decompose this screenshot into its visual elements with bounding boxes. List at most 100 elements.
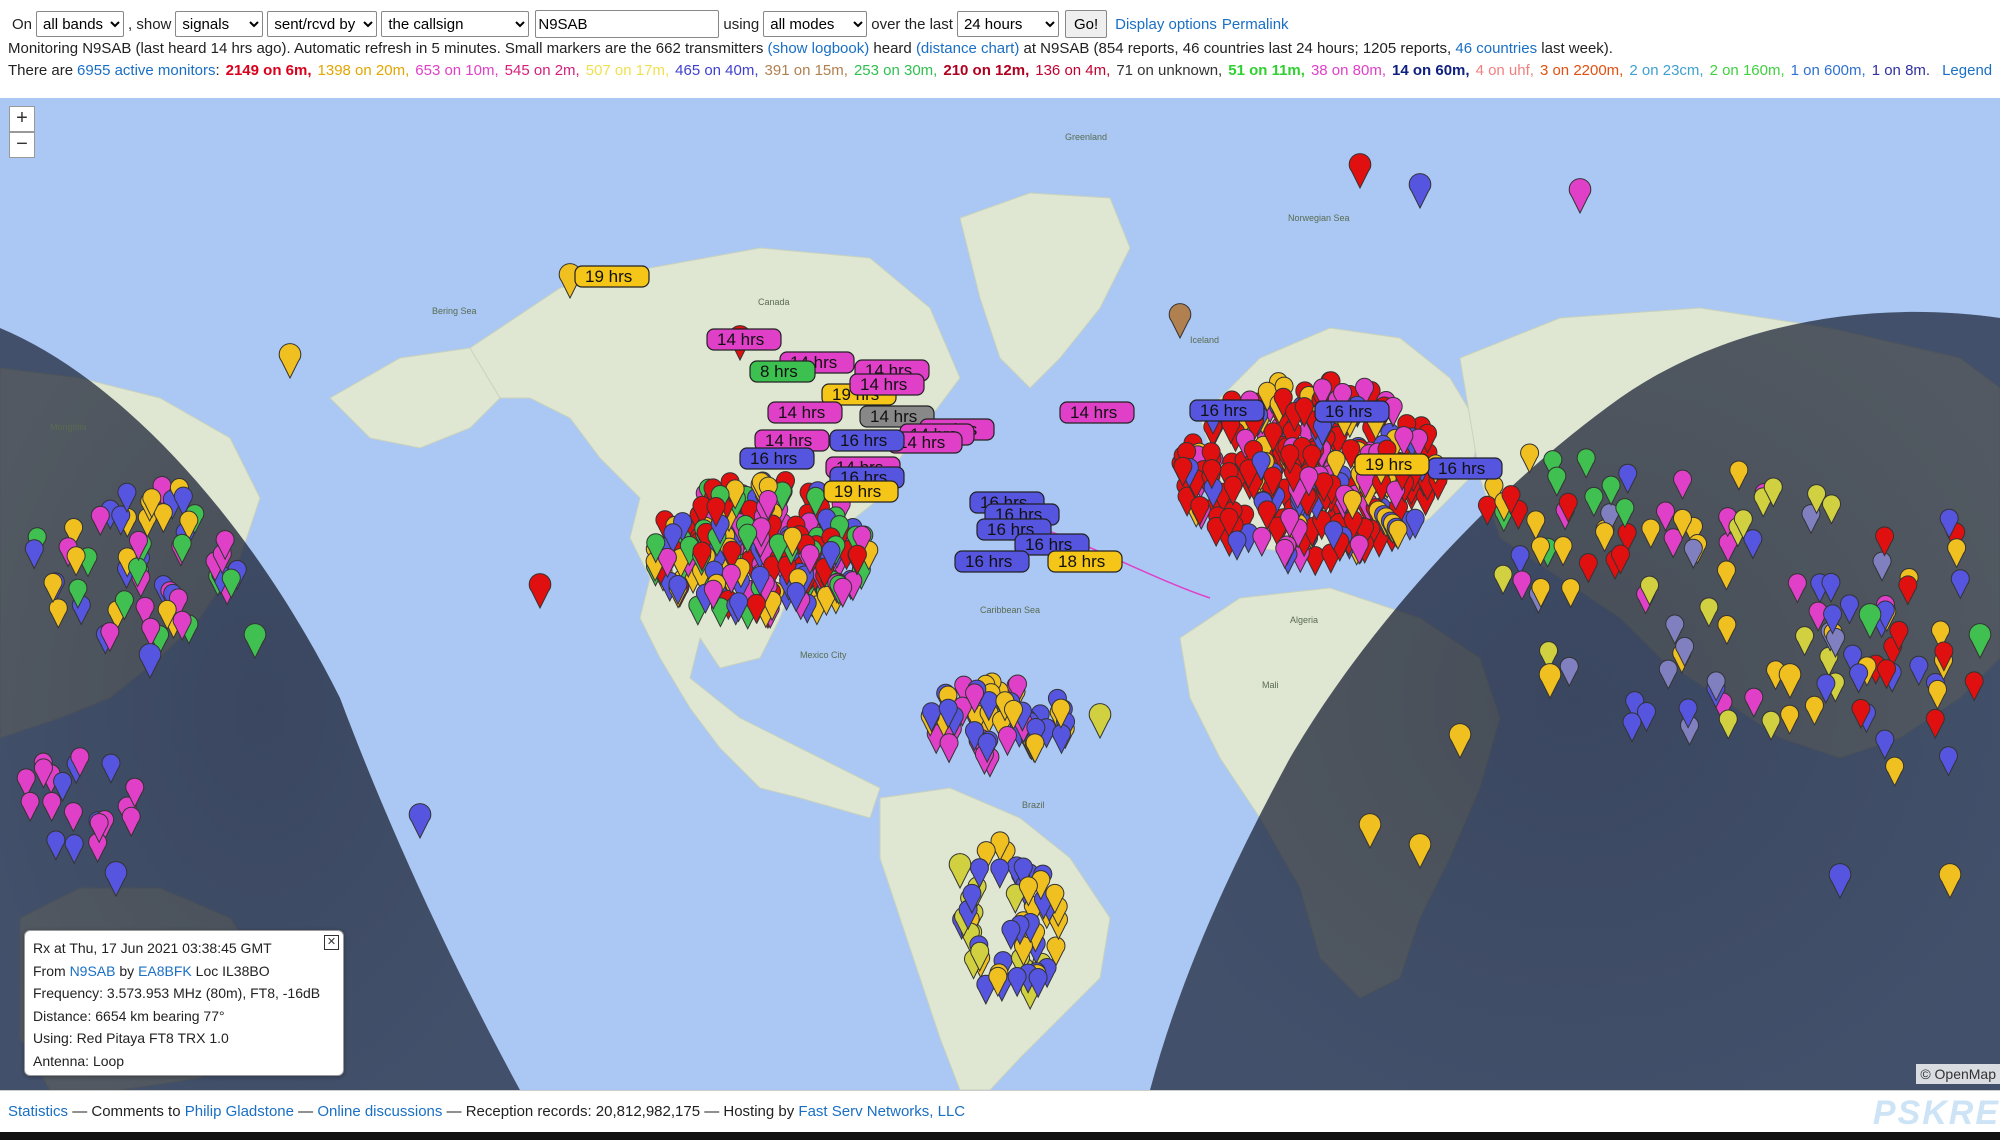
- station-marker[interactable]: [1408, 173, 1432, 210]
- mode-select[interactable]: all modes: [763, 11, 868, 37]
- time-label-text: 14 hrs: [765, 431, 812, 450]
- geo-mongolia: Mongolia: [50, 422, 87, 432]
- callsign-input[interactable]: [535, 10, 720, 38]
- legend-link[interactable]: Legend: [1942, 62, 1992, 79]
- station-marker[interactable]: [528, 573, 552, 610]
- display-options-link[interactable]: Display options: [1115, 16, 1217, 33]
- time-label-text: 14 hrs: [860, 375, 907, 394]
- status-text-2: heard: [873, 40, 912, 57]
- target-select[interactable]: the callsign: [381, 11, 530, 37]
- time-label-text: 19 hrs: [834, 482, 881, 501]
- time-label-text: 14 hrs: [717, 330, 764, 349]
- time-label-text: 14 hrs: [778, 403, 825, 422]
- station-marker[interactable]: [1168, 303, 1192, 340]
- zoom-in-button[interactable]: +: [9, 106, 35, 132]
- zoom-out-button[interactable]: −: [9, 132, 35, 158]
- station-marker[interactable]: [939, 733, 959, 764]
- pskreporter-logo: PSKRE: [1872, 1094, 2000, 1132]
- time-label-text: 8 hrs: [760, 362, 798, 381]
- period-select[interactable]: 24 hours: [956, 11, 1059, 37]
- geo-canada: Canada: [758, 297, 790, 307]
- popup-from-line: From N9SAB by EA8BFK Loc IL38BO: [33, 960, 335, 983]
- status-line: Monitoring N9SAB (last heard 14 hrs ago)…: [8, 40, 1613, 57]
- footer-separator: —: [298, 1103, 314, 1120]
- station-marker[interactable]: [1227, 530, 1247, 561]
- hosting-link[interactable]: Fast Serv Networks, LLC: [798, 1103, 965, 1120]
- time-label[interactable]: 16 hrs: [1189, 399, 1265, 422]
- time-label[interactable]: 16 hrs: [829, 429, 905, 452]
- geo-iceland: Iceland: [1190, 335, 1219, 345]
- direction-select[interactable]: sent/rcvd by: [267, 11, 378, 37]
- philip-gladstone-link[interactable]: Philip Gladstone: [185, 1103, 294, 1120]
- time-label-text: 14 hrs: [898, 433, 945, 452]
- time-label[interactable]: 14 hrs: [706, 328, 782, 351]
- time-label[interactable]: 16 hrs: [954, 550, 1030, 573]
- station-marker[interactable]: [1088, 703, 1112, 740]
- band-count: 507 on 17m,: [585, 62, 670, 79]
- time-label[interactable]: 14 hrs: [1059, 401, 1135, 424]
- time-label[interactable]: 19 hrs: [1354, 453, 1430, 476]
- band-count: 51 on 11m,: [1228, 62, 1305, 79]
- show-select[interactable]: signals: [175, 11, 264, 37]
- time-label[interactable]: 14 hrs: [767, 401, 843, 424]
- status-text-3: at N9SAB (854 reports, 46 countries last…: [1023, 40, 1452, 57]
- over-label: over the last: [871, 15, 953, 33]
- time-label[interactable]: 16 hrs: [1314, 400, 1390, 423]
- band-count: 2 on 160m,: [1709, 62, 1785, 79]
- station-marker[interactable]: [1025, 733, 1045, 764]
- popup-from-call-link[interactable]: N9SAB: [70, 963, 116, 979]
- show-logbook-link[interactable]: (show logbook): [768, 40, 870, 57]
- go-button[interactable]: Go!: [1064, 10, 1108, 38]
- popup-distance: Distance: 6654 km bearing 77°: [33, 1007, 225, 1024]
- online-discussions-link[interactable]: Online discussions: [317, 1103, 442, 1120]
- on-label: On: [12, 15, 33, 33]
- station-marker[interactable]: [278, 343, 302, 380]
- query-controls: On all bands , show signals sent/rcvd by…: [8, 10, 1289, 38]
- station-marker[interactable]: [1052, 724, 1071, 755]
- status-text-4: last week).: [1541, 40, 1613, 57]
- band-count: 1 on 8m.: [1871, 62, 1931, 79]
- monitors-line: There are 6955 active monitors: 2149 on 6m…: [8, 62, 1992, 79]
- using-label: using: [723, 15, 760, 33]
- station-marker[interactable]: [1348, 153, 1372, 190]
- band-count: 1 on 600m,: [1790, 62, 1866, 79]
- time-label-text: 16 hrs: [965, 552, 1012, 571]
- time-label[interactable]: 16 hrs: [739, 447, 815, 470]
- reception-records: — Reception records: 20,812,982,175 — Ho…: [446, 1103, 795, 1120]
- geo-caribbean: Caribbean Sea: [980, 605, 1040, 615]
- time-label[interactable]: 16 hrs: [1427, 457, 1503, 480]
- distance-chart-link[interactable]: (distance chart): [916, 40, 1019, 57]
- time-label[interactable]: 19 hrs: [574, 265, 650, 288]
- band-count: 136 on 4m,: [1035, 62, 1111, 79]
- countries-link[interactable]: 46 countries: [1455, 40, 1537, 57]
- close-icon[interactable]: ✕: [324, 935, 339, 950]
- band-count: 4 on uhf,: [1475, 62, 1534, 79]
- station-marker[interactable]: [408, 803, 432, 840]
- alaska: [329, 347, 501, 449]
- band-count: 653 on 10m,: [415, 62, 499, 79]
- map-attribution[interactable]: © OpenMap: [1916, 1064, 2000, 1084]
- time-label[interactable]: 14 hrs: [849, 373, 925, 396]
- time-label[interactable]: 18 hrs: [1047, 550, 1123, 573]
- active-monitors-link[interactable]: 6955 active monitors: [77, 62, 215, 79]
- station-marker[interactable]: [1568, 178, 1592, 215]
- popup-from-label: From: [33, 962, 66, 979]
- time-label[interactable]: 19 hrs: [823, 480, 899, 503]
- band-count: 253 on 30m,: [853, 62, 938, 79]
- time-label-text: 16 hrs: [1200, 401, 1247, 420]
- bottom-bar: [0, 1132, 2000, 1140]
- permalink-link[interactable]: Permalink: [1222, 16, 1289, 33]
- statistics-link[interactable]: Statistics: [8, 1103, 68, 1120]
- station-marker[interactable]: [998, 726, 1017, 757]
- time-label[interactable]: 8 hrs: [749, 360, 816, 383]
- show-label: , show: [128, 15, 172, 33]
- footer: Statistics — Comments to Philip Gladston…: [0, 1090, 2000, 1133]
- geo-greenland: Greenland: [1065, 132, 1107, 142]
- band-select[interactable]: all bands: [36, 11, 125, 37]
- popup-by-call-link[interactable]: EA8BFK: [138, 963, 192, 979]
- station-marker[interactable]: [1252, 526, 1272, 557]
- time-label-text: 14 hrs: [870, 407, 917, 426]
- band-count: 38 on 80m,: [1310, 62, 1387, 79]
- band-count: 210 on 12m,: [943, 62, 1030, 79]
- time-label-text: 19 hrs: [1365, 455, 1412, 474]
